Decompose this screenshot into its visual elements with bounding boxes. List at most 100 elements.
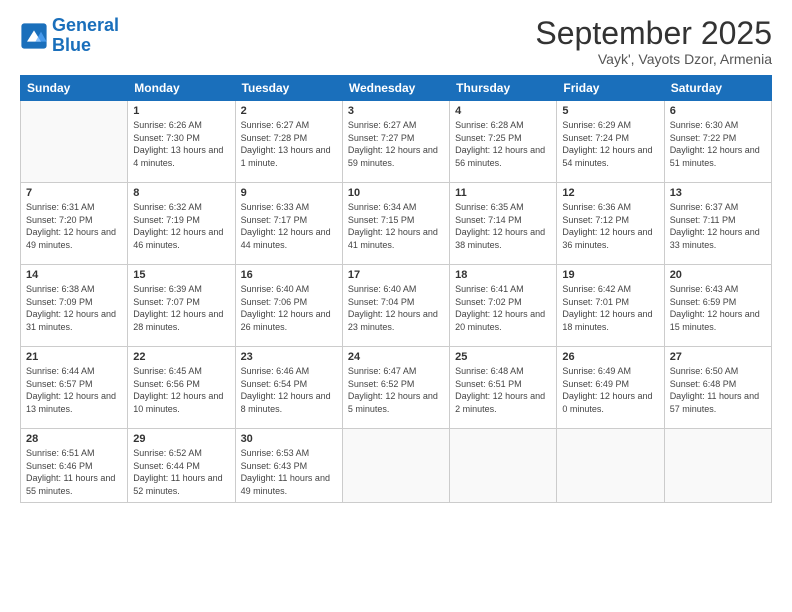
day-number: 12: [562, 187, 658, 199]
calendar-cell: 18Sunrise: 6:41 AMSunset: 7:02 PMDayligh…: [450, 265, 557, 347]
calendar-cell: 20 Sunrise: 6:43 AMSunset: 6:59 PMDayligh…: [664, 265, 771, 347]
calendar-cell: 17Sunrise: 6:40 AMSunset: 7:04 PMDayligh…: [342, 265, 449, 347]
day-info: Sunrise: 6:27 AMSunset: 7:28 PMDaylight:…: [241, 119, 337, 169]
day-info: Sunrise: 6:30 AMSunset: 7:22 PMDaylight:…: [670, 119, 766, 169]
day-number: 2: [241, 105, 337, 117]
col-thursday: Thursday: [450, 76, 557, 101]
col-saturday: Saturday: [664, 76, 771, 101]
col-monday: Monday: [128, 76, 235, 101]
calendar-cell: [664, 429, 771, 502]
calendar-cell: [342, 429, 449, 502]
header-row: Sunday Monday Tuesday Wednesday Thursday…: [21, 76, 772, 101]
calendar-cell: [21, 101, 128, 183]
day-number: 23: [241, 351, 337, 363]
calendar-week-3: 14 Sunrise: 6:38 AMSunset: 7:09 PMDayligh…: [21, 265, 772, 347]
day-number: 24: [348, 351, 444, 363]
day-number: 21: [26, 351, 122, 363]
day-info: Sunrise: 6:28 AMSunset: 7:25 PMDaylight:…: [455, 119, 551, 169]
day-info: Sunrise: 6:45 AMSunset: 6:56 PMDaylight:…: [133, 365, 229, 415]
header: General Blue September 2025 Vayk', Vayot…: [20, 16, 772, 67]
day-info: Sunrise: 6:35 AMSunset: 7:14 PMDaylight:…: [455, 201, 551, 251]
day-number: 16: [241, 269, 337, 281]
calendar-cell: 21 Sunrise: 6:44 AMSunset: 6:57 PMDayligh…: [21, 347, 128, 429]
calendar-cell: 16 Sunrise: 6:40 AMSunset: 7:06 PMDayligh…: [235, 265, 342, 347]
calendar-cell: 15Sunrise: 6:39 AMSunset: 7:07 PMDayligh…: [128, 265, 235, 347]
day-number: 29: [133, 433, 229, 445]
calendar-table: Sunday Monday Tuesday Wednesday Thursday…: [20, 75, 772, 502]
calendar-cell: 12 Sunrise: 6:36 AMSunset: 7:12 PMDayligh…: [557, 183, 664, 265]
day-number: 10: [348, 187, 444, 199]
day-number: 13: [670, 187, 766, 199]
calendar-cell: 14 Sunrise: 6:38 AMSunset: 7:09 PMDayligh…: [21, 265, 128, 347]
day-info: Sunrise: 6:44 AMSunset: 6:57 PMDaylight:…: [26, 365, 122, 415]
logo-icon: [20, 22, 48, 50]
day-info: Sunrise: 6:47 AMSunset: 6:52 PMDaylight:…: [348, 365, 444, 415]
calendar-cell: 6 Sunrise: 6:30 AMSunset: 7:22 PMDaylight…: [664, 101, 771, 183]
day-info: Sunrise: 6:50 AMSunset: 6:48 PMDaylight:…: [670, 365, 766, 415]
day-info: Sunrise: 6:26 AMSunset: 7:30 PMDaylight:…: [133, 119, 229, 169]
day-number: 8: [133, 187, 229, 199]
day-info: Sunrise: 6:31 AMSunset: 7:20 PMDaylight:…: [26, 201, 122, 251]
calendar-cell: 10Sunrise: 6:34 AMSunset: 7:15 PMDayligh…: [342, 183, 449, 265]
day-number: 26: [562, 351, 658, 363]
day-info: Sunrise: 6:43 AMSunset: 6:59 PMDaylight:…: [670, 283, 766, 333]
day-number: 9: [241, 187, 337, 199]
day-info: Sunrise: 6:29 AMSunset: 7:24 PMDaylight:…: [562, 119, 658, 169]
day-info: Sunrise: 6:48 AMSunset: 6:51 PMDaylight:…: [455, 365, 551, 415]
calendar-week-1: 1 Sunrise: 6:26 AMSunset: 7:30 PMDaylight…: [21, 101, 772, 183]
calendar-week-2: 7Sunrise: 6:31 AMSunset: 7:20 PMDaylight…: [21, 183, 772, 265]
day-number: 5: [562, 105, 658, 117]
calendar-cell: 8Sunrise: 6:32 AMSunset: 7:19 PMDaylight…: [128, 183, 235, 265]
logo-general: General: [52, 15, 119, 35]
title-block: September 2025 Vayk', Vayots Dzor, Armen…: [535, 16, 772, 67]
day-number: 1: [133, 105, 229, 117]
day-number: 22: [133, 351, 229, 363]
logo-blue: Blue: [52, 35, 91, 55]
calendar-week-5: 28 Sunrise: 6:51 AMSunset: 6:46 PMDayligh…: [21, 429, 772, 502]
day-info: Sunrise: 6:52 AMSunset: 6:44 PMDaylight:…: [133, 447, 229, 497]
calendar-cell: 25 Sunrise: 6:48 AMSunset: 6:51 PMDayligh…: [450, 347, 557, 429]
calendar-cell: 13 Sunrise: 6:37 AMSunset: 7:11 PMDayligh…: [664, 183, 771, 265]
day-number: 6: [670, 105, 766, 117]
logo-text: General Blue: [52, 16, 119, 56]
calendar-cell: 22 Sunrise: 6:45 AMSunset: 6:56 PMDayligh…: [128, 347, 235, 429]
calendar-cell: 5 Sunrise: 6:29 AMSunset: 7:24 PMDaylight…: [557, 101, 664, 183]
calendar-cell: 28 Sunrise: 6:51 AMSunset: 6:46 PMDayligh…: [21, 429, 128, 502]
page: General Blue September 2025 Vayk', Vayot…: [0, 0, 792, 612]
calendar-cell: 2 Sunrise: 6:27 AMSunset: 7:28 PMDaylight…: [235, 101, 342, 183]
day-info: Sunrise: 6:42 AMSunset: 7:01 PMDaylight:…: [562, 283, 658, 333]
day-number: 20: [670, 269, 766, 281]
day-info: Sunrise: 6:46 AMSunset: 6:54 PMDaylight:…: [241, 365, 337, 415]
calendar-week-4: 21 Sunrise: 6:44 AMSunset: 6:57 PMDayligh…: [21, 347, 772, 429]
day-number: 28: [26, 433, 122, 445]
calendar-cell: 19Sunrise: 6:42 AMSunset: 7:01 PMDayligh…: [557, 265, 664, 347]
day-info: Sunrise: 6:36 AMSunset: 7:12 PMDaylight:…: [562, 201, 658, 251]
main-title: September 2025: [535, 16, 772, 51]
day-number: 18: [455, 269, 551, 281]
calendar-cell: 9Sunrise: 6:33 AMSunset: 7:17 PMDaylight…: [235, 183, 342, 265]
day-info: Sunrise: 6:51 AMSunset: 6:46 PMDaylight:…: [26, 447, 122, 497]
day-info: Sunrise: 6:37 AMSunset: 7:11 PMDaylight:…: [670, 201, 766, 251]
calendar-cell: [557, 429, 664, 502]
day-info: Sunrise: 6:38 AMSunset: 7:09 PMDaylight:…: [26, 283, 122, 333]
day-number: 14: [26, 269, 122, 281]
calendar-cell: 30Sunrise: 6:53 AMSunset: 6:43 PMDayligh…: [235, 429, 342, 502]
calendar-cell: 7Sunrise: 6:31 AMSunset: 7:20 PMDaylight…: [21, 183, 128, 265]
calendar-cell: 1 Sunrise: 6:26 AMSunset: 7:30 PMDaylight…: [128, 101, 235, 183]
calendar-cell: 11 Sunrise: 6:35 AMSunset: 7:14 PMDayligh…: [450, 183, 557, 265]
calendar-cell: 29 Sunrise: 6:52 AMSunset: 6:44 PMDayligh…: [128, 429, 235, 502]
col-sunday: Sunday: [21, 76, 128, 101]
day-number: 11: [455, 187, 551, 199]
day-info: Sunrise: 6:40 AMSunset: 7:06 PMDaylight:…: [241, 283, 337, 333]
day-info: Sunrise: 6:27 AMSunset: 7:27 PMDaylight:…: [348, 119, 444, 169]
day-number: 27: [670, 351, 766, 363]
day-number: 4: [455, 105, 551, 117]
day-number: 25: [455, 351, 551, 363]
day-info: Sunrise: 6:49 AMSunset: 6:49 PMDaylight:…: [562, 365, 658, 415]
col-wednesday: Wednesday: [342, 76, 449, 101]
day-info: Sunrise: 6:40 AMSunset: 7:04 PMDaylight:…: [348, 283, 444, 333]
calendar-cell: 27 Sunrise: 6:50 AMSunset: 6:48 PMDayligh…: [664, 347, 771, 429]
day-number: 3: [348, 105, 444, 117]
day-number: 15: [133, 269, 229, 281]
logo: General Blue: [20, 16, 119, 56]
